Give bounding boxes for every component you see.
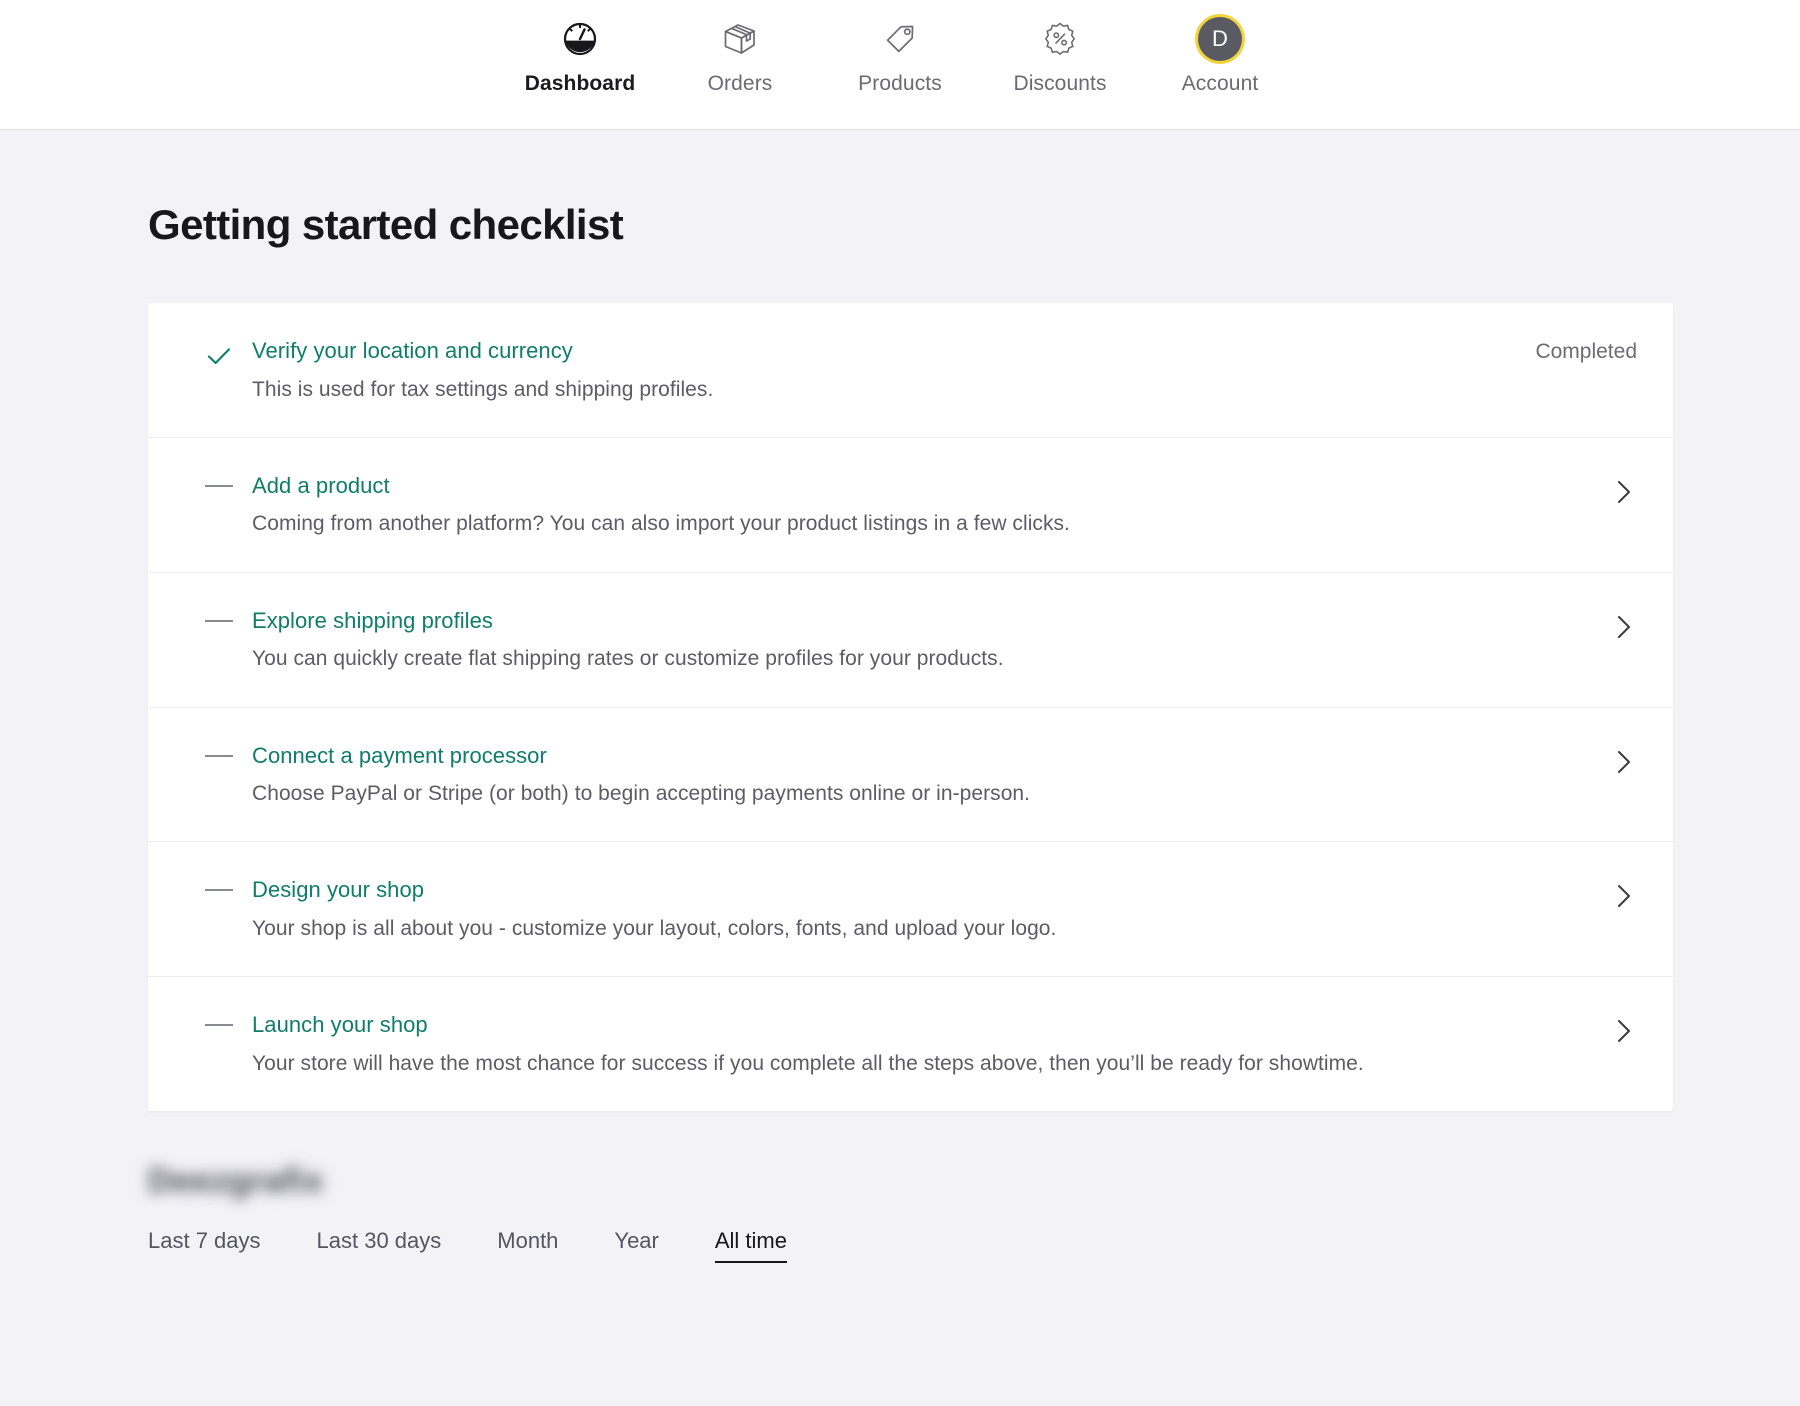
row-body: Launch your shop Your store will have th… [252,1011,1517,1077]
page-title: Getting started checklist [148,201,624,248]
nav-item-orders[interactable]: Orders [660,14,820,94]
stats-section: Deezgrafix Last 7 days Last 30 days Mont… [148,1161,1800,1263]
row-body: Add a product Coming from another platfo… [252,472,1517,538]
date-range-tabs: Last 7 days Last 30 days Month Year All … [148,1228,1800,1263]
row-status-marker [186,1011,252,1027]
nav-item-dashboard[interactable]: Dashboard [500,14,660,94]
checklist-link-design-shop[interactable]: Design your shop [252,876,424,904]
chevron-right-icon[interactable] [1611,745,1637,784]
shop-name-wrapper: Deezgrafix [148,1161,1800,1200]
row-status-marker [186,607,252,622]
chevron-right-icon[interactable] [1611,1014,1637,1053]
dash-icon [205,1024,233,1027]
checklist-description: Choose PayPal or Stripe (or both) to beg… [252,782,1031,806]
checklist-description: Coming from another platform? You can al… [252,512,1070,536]
row-status-marker [186,472,252,487]
row-body: Connect a payment processor Choose PayPa… [252,742,1517,808]
checklist-row-launch-shop[interactable]: Launch your shop Your store will have th… [148,977,1673,1111]
checklist-description: You can quickly create flat shipping rat… [252,647,1004,671]
nav-item-products[interactable]: Products [820,14,980,94]
nav-item-orders-label: Orders [707,72,773,95]
dash-icon [205,484,233,487]
row-status-marker [186,337,252,376]
row-action-area[interactable] [1517,742,1637,784]
chevron-right-icon[interactable] [1611,879,1637,918]
dash-icon [205,754,233,757]
range-tab-year[interactable]: Year [614,1228,658,1262]
checklist-row-payment-processor[interactable]: Connect a payment processor Choose PayPa… [148,708,1673,843]
dash-icon [205,619,233,622]
percent-badge-icon [1039,14,1081,64]
row-status-marker [186,742,252,757]
row-action-area[interactable] [1517,472,1637,514]
checklist-row-design-shop[interactable]: Design your shop Your shop is all about … [148,842,1673,978]
range-tab-last-7-days[interactable]: Last 7 days [148,1228,261,1262]
checklist-link-add-product[interactable]: Add a product [252,472,390,500]
checklist-card: Verify your location and currency This i… [148,303,1673,1111]
avatar-initial: D [1212,26,1228,51]
checklist-row-add-product[interactable]: Add a product Coming from another platfo… [148,438,1673,573]
status-badge: Completed [1535,340,1637,364]
avatar: D [1198,17,1242,61]
checklist-link-payment-processor[interactable]: Connect a payment processor [252,742,547,770]
checklist-row-verify-location[interactable]: Verify your location and currency This i… [148,303,1673,438]
range-tab-month[interactable]: Month [497,1228,558,1262]
top-navigation-bar: Dashboard Orders Products Discounts D Ac… [0,0,1800,130]
checklist-description: Your shop is all about you - customize y… [252,916,1057,940]
checklist-link-shipping-profiles[interactable]: Explore shipping profiles [252,607,493,635]
avatar-icon: D [1198,14,1242,64]
range-tab-all-time[interactable]: All time [714,1228,787,1263]
nav-item-account[interactable]: D Account [1140,14,1300,94]
row-body: Design your shop Your shop is all about … [252,876,1517,942]
checklist-link-verify-location[interactable]: Verify your location and currency [252,337,573,365]
row-action-area: Completed [1517,337,1637,364]
nav-item-discounts-label: Discounts [1013,72,1107,95]
check-icon [204,341,234,376]
box-icon [719,14,761,64]
tag-icon [879,14,921,64]
checklist-row-shipping-profiles[interactable]: Explore shipping profiles You can quickl… [148,573,1673,708]
chevron-right-icon[interactable] [1611,610,1637,649]
nav-item-dashboard-label: Dashboard [524,72,636,95]
row-body: Verify your location and currency This i… [252,337,1517,403]
nav-items-container: Dashboard Orders Products Discounts D Ac… [500,0,1300,94]
row-action-area[interactable] [1517,1011,1637,1053]
nav-item-account-label: Account [1181,72,1259,95]
shop-name: Deezgrafix [148,1161,324,1200]
speedometer-icon [559,14,601,64]
nav-item-products-label: Products [858,72,942,95]
chevron-right-icon[interactable] [1611,475,1637,514]
dash-icon [205,889,233,892]
row-action-area[interactable] [1517,607,1637,649]
row-status-marker [186,876,252,892]
row-action-area[interactable] [1517,876,1637,918]
checklist-description: Your store will have the most chance for… [252,1051,1364,1075]
page-content: Getting started checklist Verify your lo… [0,130,1800,1263]
checklist-description: This is used for tax settings and shippi… [252,377,714,401]
row-body: Explore shipping profiles You can quickl… [252,607,1517,673]
range-tab-last-30-days[interactable]: Last 30 days [317,1228,442,1262]
nav-item-discounts[interactable]: Discounts [980,14,1140,94]
checklist-link-launch-shop[interactable]: Launch your shop [252,1011,428,1039]
